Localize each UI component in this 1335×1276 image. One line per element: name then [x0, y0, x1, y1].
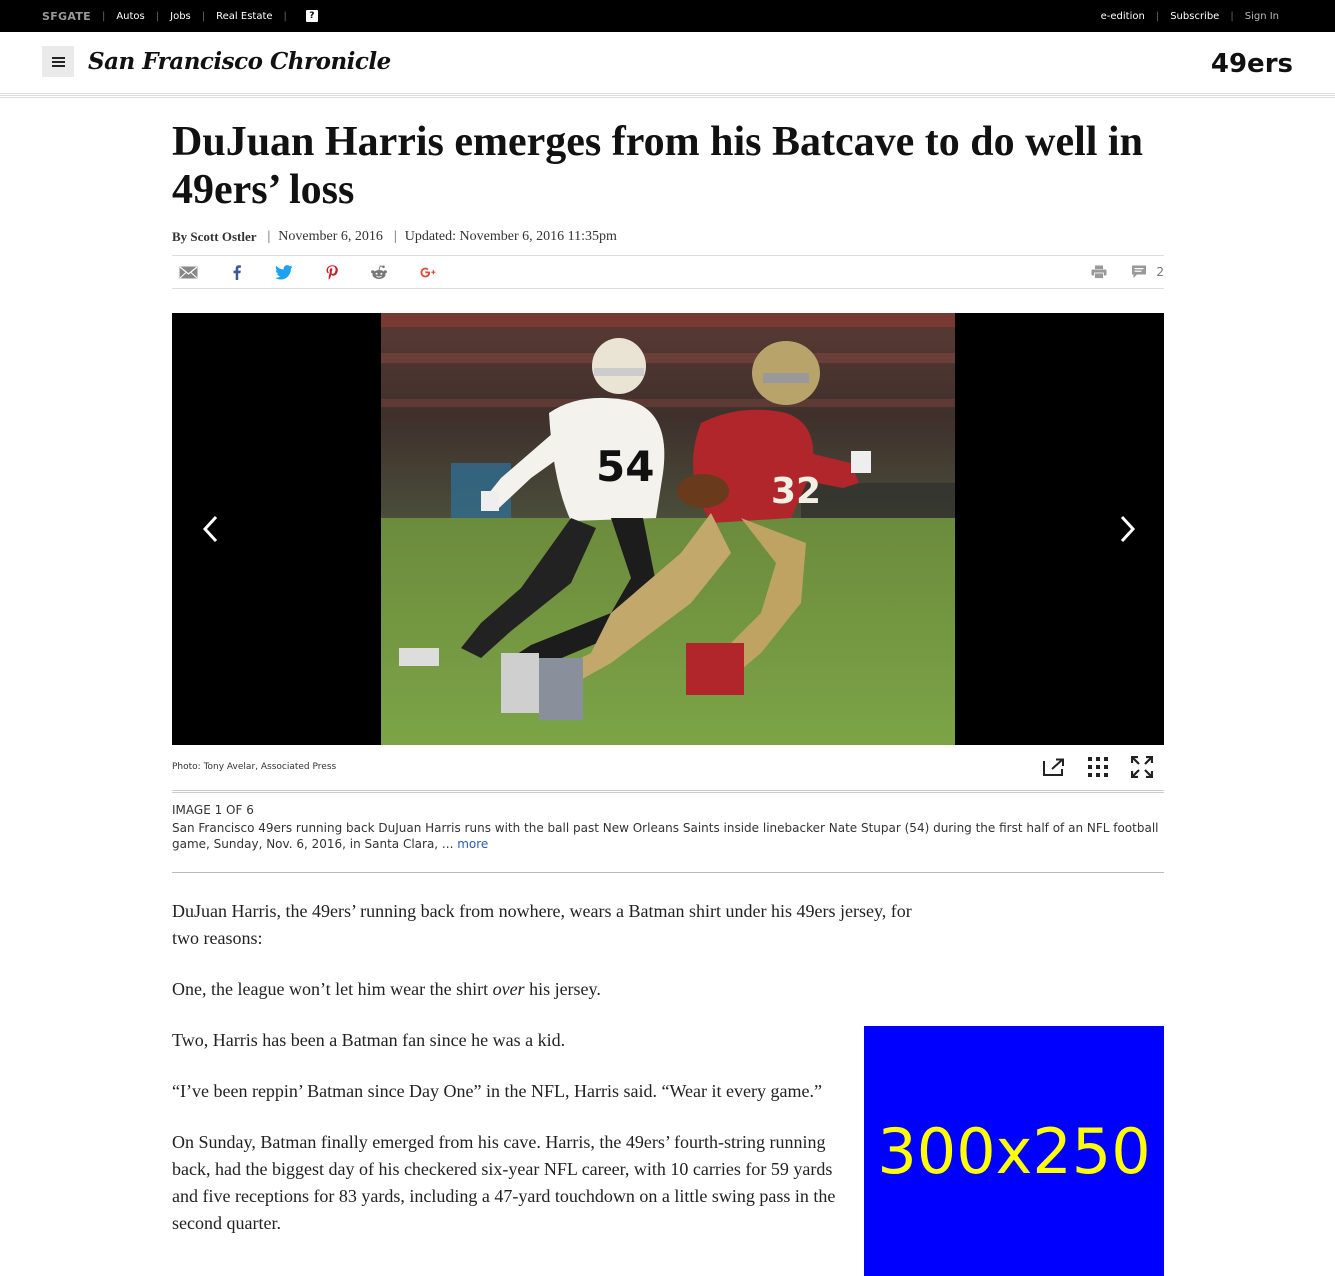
- article-headline: DuJuan Harris emerges from his Batcave t…: [172, 119, 1143, 213]
- updated-date: Updated: November 6, 2016 11:35pm: [404, 229, 617, 244]
- caption-more-link[interactable]: more: [457, 837, 488, 851]
- facebook-icon[interactable]: [230, 264, 244, 280]
- subscribe-link[interactable]: Subscribe: [1170, 11, 1219, 22]
- hamburger-icon: [51, 56, 65, 67]
- ad-label: 300x250: [877, 1114, 1151, 1188]
- divider: |: [201, 10, 206, 22]
- paragraph: “I’ve been reppin’ Batman since Day One”…: [172, 1081, 822, 1101]
- byline: By Scott Ostler | November 6, 2016 | Upd…: [172, 229, 617, 245]
- paragraph: On Sunday, Batman finally emerged from h…: [172, 1132, 836, 1233]
- comment-count[interactable]: 2: [1156, 265, 1164, 279]
- top-links: SFGATE | Autos | Jobs | Real Estate | ?: [42, 0, 318, 32]
- sfgate-link[interactable]: SFGATE: [42, 10, 91, 23]
- account-links: e-edition | Subscribe | Sign In: [1101, 0, 1279, 32]
- menu-button[interactable]: [42, 46, 74, 77]
- pinterest-icon[interactable]: [324, 264, 340, 280]
- e-edition-link[interactable]: e-edition: [1101, 11, 1145, 22]
- jersey-number-54: 54: [596, 442, 654, 491]
- twitter-icon[interactable]: [274, 264, 294, 280]
- gallery-divider: [172, 790, 1164, 793]
- reddit-icon[interactable]: [369, 264, 389, 280]
- google-plus-icon[interactable]: [420, 264, 436, 280]
- divider: |: [155, 10, 160, 22]
- chevron-right-icon: [1120, 515, 1136, 543]
- divider: |: [393, 229, 397, 244]
- divider: |: [283, 10, 287, 22]
- football-photo: 54 32: [381, 313, 955, 745]
- divider: |: [1155, 10, 1160, 22]
- print-icon[interactable]: [1090, 264, 1108, 280]
- divider: |: [267, 229, 271, 244]
- external-link-icon: [1043, 758, 1064, 776]
- sign-in-link[interactable]: Sign In: [1245, 11, 1279, 22]
- jobs-link[interactable]: Jobs: [170, 11, 191, 22]
- photo-caption: San Francisco 49ers running back DuJuan …: [172, 820, 1164, 852]
- ad-placeholder[interactable]: 300x250: [864, 1026, 1164, 1276]
- email-icon[interactable]: [178, 264, 198, 280]
- photo-credit: Photo: Tony Avelar, Associated Press: [172, 762, 337, 772]
- grid-icon: [1088, 757, 1108, 777]
- real-estate-link[interactable]: Real Estate: [216, 11, 272, 22]
- top-utility-bar: SFGATE | Autos | Jobs | Real Estate | ? …: [0, 0, 1335, 32]
- expand-icon: [1131, 756, 1153, 778]
- photo-gallery: 54 32: [172, 313, 1164, 745]
- caption-divider: [172, 872, 1164, 873]
- open-gallery-button[interactable]: [1042, 756, 1066, 778]
- autos-link[interactable]: Autos: [116, 11, 144, 22]
- paragraph: DuJuan Harris, the 49ers’ running back f…: [172, 901, 912, 948]
- previous-image-button[interactable]: [196, 511, 226, 547]
- next-image-button[interactable]: [1112, 511, 1142, 547]
- share-bar: 2: [172, 255, 1164, 289]
- help-icon[interactable]: ?: [305, 10, 318, 22]
- comment-icon[interactable]: [1129, 264, 1149, 280]
- paragraph: Two, Harris has been a Batman fan since …: [172, 1030, 566, 1050]
- fullscreen-button[interactable]: [1130, 756, 1154, 778]
- article-body: DuJuan Harris, the 49ers’ running back f…: [172, 898, 912, 1261]
- grid-view-button[interactable]: [1086, 756, 1110, 778]
- author-name[interactable]: By Scott Ostler: [172, 229, 256, 245]
- divider: |: [101, 10, 106, 22]
- image-count: IMAGE 1 OF 6: [172, 803, 254, 817]
- publish-date: November 6, 2016: [278, 229, 383, 244]
- chevron-left-icon: [202, 515, 218, 543]
- masthead-divider: [0, 95, 1335, 98]
- masthead: San Francisco Chronicle 49ers: [0, 32, 1335, 94]
- jersey-number-32: 32: [771, 471, 821, 512]
- caption-text: San Francisco 49ers running back DuJuan …: [172, 821, 1159, 851]
- section-title[interactable]: 49ers: [1211, 49, 1293, 79]
- paragraph: One, the league won’t let him wear the s…: [172, 979, 601, 999]
- site-logo[interactable]: San Francisco Chronicle: [88, 48, 391, 75]
- gallery-photo[interactable]: 54 32: [381, 313, 955, 745]
- divider: |: [1230, 10, 1234, 22]
